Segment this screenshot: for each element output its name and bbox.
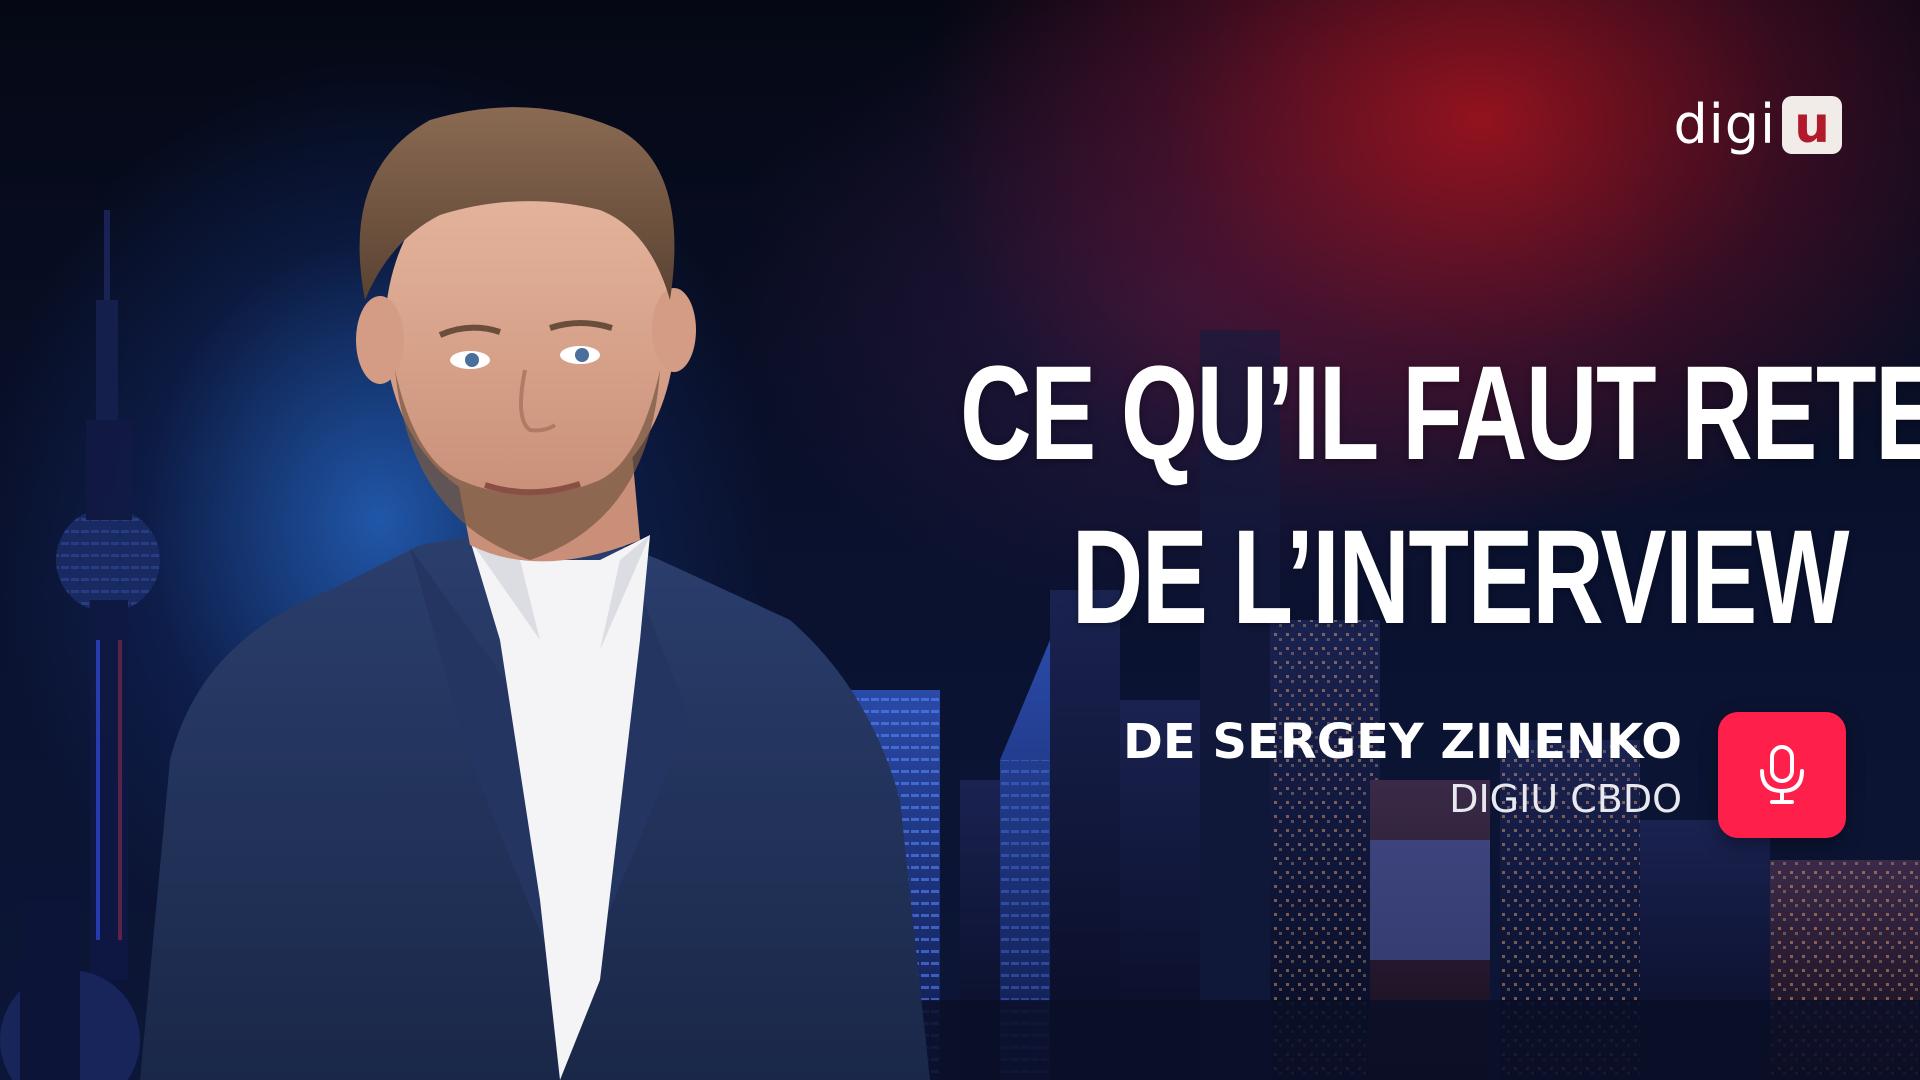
thumbnail-canvas: digi u CE QU’IL FAUT RETENIR DE L’INTERV…: [0, 0, 1920, 1080]
microphone-icon: [1760, 745, 1804, 804]
digiu-logo: digi u: [1673, 96, 1842, 154]
speaker-role: DIGIU CBDO: [1449, 777, 1682, 821]
headline: CE QU’IL FAUT RETENIR DE L’INTERVIEW: [960, 332, 1920, 660]
speaker-info: DE SERGEY ZINENKO DIGIU CBDO: [1123, 712, 1682, 826]
headline-line-2: DE L’INTERVIEW: [1071, 503, 1850, 652]
headline-line-1: CE QU’IL FAUT RETENIR: [960, 339, 1920, 488]
microphone-button: [1718, 712, 1846, 838]
speaker-name: DE SERGEY ZINENKO: [1123, 714, 1682, 770]
logo-letter-box: u: [1782, 96, 1842, 154]
logo-wordmark: digi: [1673, 93, 1776, 156]
